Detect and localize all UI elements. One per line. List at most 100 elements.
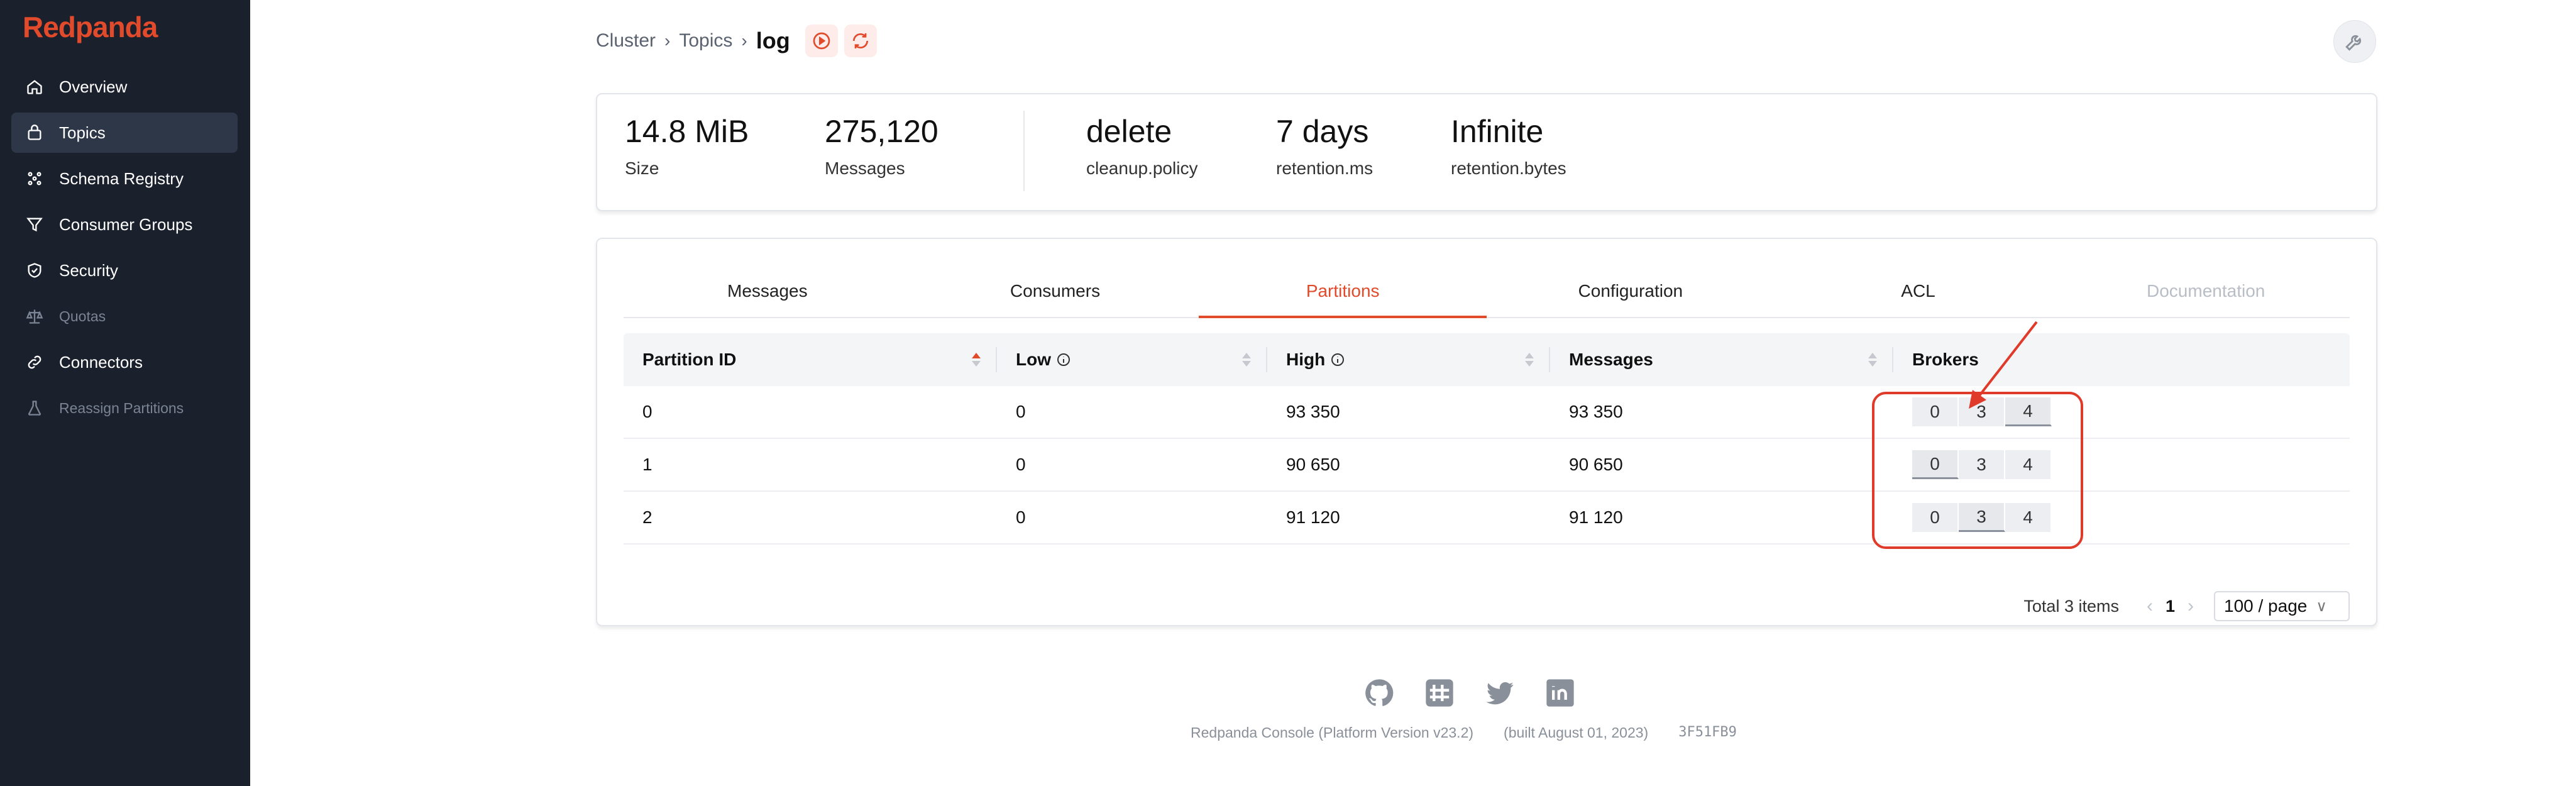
sidebar-item-label: Overview	[59, 77, 128, 96]
sidebar-item-reassign-partitions: Reassign Partitions	[11, 388, 238, 428]
column-header-low[interactable]: Low	[997, 333, 1267, 386]
sidebar-item-connectors[interactable]: Connectors	[11, 342, 238, 382]
sidebar-item-label: Reassign Partitions	[59, 399, 184, 416]
partitions-table: Partition ID Low High Messages Brokers 0…	[624, 333, 2350, 545]
tab-acl[interactable]: ACL	[1775, 265, 2062, 317]
shield-icon	[25, 261, 44, 280]
sidebar-item-security[interactable]: Security	[11, 250, 238, 291]
sidebar-item-consumer-groups[interactable]: Consumer Groups	[11, 204, 238, 245]
chevron-down-icon: ∨	[2316, 597, 2327, 615]
settings-button[interactable]	[2333, 20, 2376, 63]
link-icon	[25, 353, 44, 372]
tab-configuration[interactable]: Configuration	[1487, 265, 1775, 317]
sidebar-item-label: Topics	[59, 123, 106, 142]
play-circle-icon	[813, 32, 830, 50]
cell-low: 0	[1016, 455, 1026, 474]
info-icon[interactable]	[1330, 352, 1345, 367]
stat-label: Size	[625, 158, 659, 178]
cell-partition-id: 0	[642, 402, 652, 421]
stat-label: retention.ms	[1276, 158, 1373, 178]
stat-label: cleanup.policy	[1086, 158, 1198, 178]
divider	[1023, 111, 1025, 191]
stat-messages: 275,120 Messages	[825, 113, 938, 179]
beaker-icon	[25, 399, 44, 418]
scale-icon	[25, 307, 44, 326]
page-size-value: 100 / page	[2224, 596, 2308, 616]
cell-messages: 90 650	[1569, 455, 1623, 474]
footer-build-date: (built August 01, 2023)	[1504, 724, 1649, 741]
column-header-partition-id[interactable]: Partition ID	[624, 333, 997, 386]
tab-documentation: Documentation	[2147, 281, 2265, 301]
tab-partitions[interactable]: Partitions	[1199, 265, 1487, 318]
sidebar-item-label: Consumer Groups	[59, 214, 193, 234]
pagination: Total 3 items ‹ 1 › 100 / page ∨	[597, 591, 2350, 621]
annotation-highlight-box	[1872, 392, 2083, 549]
twitter-icon[interactable]	[1483, 677, 1516, 712]
sidebar: Redpanda Overview Topics Schema Registry…	[0, 0, 250, 786]
info-icon[interactable]	[1056, 352, 1071, 367]
linkedin-icon[interactable]	[1544, 677, 1577, 712]
footer-version: Redpanda Console (Platform Version v23.2…	[1191, 724, 1737, 741]
refresh-button[interactable]	[844, 25, 877, 57]
tab-bar: Messages Consumers Partitions Configurat…	[624, 265, 2350, 318]
column-label: High	[1286, 350, 1326, 369]
column-header-messages[interactable]: Messages	[1550, 333, 1893, 386]
topics-icon	[25, 123, 44, 142]
topic-details-card: Messages Consumers Partitions Configurat…	[596, 238, 2377, 626]
page-size-select[interactable]: 100 / page ∨	[2214, 591, 2350, 621]
stat-retention-bytes: Infinite retention.bytes	[1451, 113, 1566, 179]
breadcrumb-cluster[interactable]: Cluster	[596, 30, 656, 52]
page-title: log	[756, 28, 790, 53]
play-button[interactable]	[805, 25, 838, 57]
page-number[interactable]: 1	[2166, 597, 2175, 616]
table-row[interactable]: 0 0 93 350 93 350 0 3 4	[624, 386, 2350, 439]
column-header-high[interactable]: High	[1267, 333, 1550, 386]
prev-page-button[interactable]: ‹	[2147, 595, 2153, 617]
stat-value: 14.8 MiB	[625, 114, 749, 149]
stat-value: 7 days	[1276, 114, 1369, 149]
breadcrumb-topics[interactable]: Topics	[679, 30, 732, 52]
chevron-right-icon: ›	[741, 31, 747, 50]
sidebar-item-topics[interactable]: Topics	[11, 113, 238, 153]
refresh-icon	[852, 33, 868, 48]
tab-messages[interactable]: Messages	[624, 265, 911, 317]
schema-icon	[25, 169, 44, 188]
cell-messages: 93 350	[1569, 402, 1623, 421]
cell-messages: 91 120	[1569, 507, 1623, 527]
tab-consumers[interactable]: Consumers	[911, 265, 1199, 317]
footer-version-text: Redpanda Console (Platform Version v23.2…	[1191, 724, 1474, 741]
stat-value: Infinite	[1451, 114, 1544, 149]
column-label: Low	[1016, 350, 1051, 369]
stat-size: 14.8 MiB Size	[625, 113, 749, 179]
brand-logo[interactable]: Redpanda	[23, 10, 158, 44]
table-header: Partition ID Low High Messages Brokers	[624, 333, 2350, 386]
cell-low: 0	[1016, 402, 1026, 421]
wrench-icon	[2345, 35, 2362, 51]
sidebar-nav: Overview Topics Schema Registry Consumer…	[11, 67, 238, 434]
social-links	[1363, 677, 1577, 712]
cell-partition-id: 2	[642, 507, 652, 527]
github-icon[interactable]	[1363, 677, 1395, 712]
column-label: Messages	[1569, 350, 1653, 369]
sidebar-item-label: Connectors	[59, 352, 143, 372]
table-row[interactable]: 2 0 91 120 91 120 0 3 4	[624, 492, 2350, 545]
topic-stats-card: 14.8 MiB Size 275,120 Messages delete cl…	[596, 93, 2377, 211]
pagination-total: Total 3 items	[2023, 596, 2119, 616]
cell-high: 93 350	[1286, 402, 1340, 421]
next-page-button[interactable]: ›	[2188, 595, 2194, 617]
stat-label: Messages	[825, 158, 905, 178]
cell-low: 0	[1016, 507, 1026, 527]
chevron-right-icon: ›	[664, 31, 671, 50]
sidebar-item-label: Security	[59, 260, 118, 280]
cell-high: 90 650	[1286, 455, 1340, 474]
slack-icon[interactable]	[1423, 677, 1456, 712]
stat-value: 275,120	[825, 114, 938, 149]
sidebar-item-schema-registry[interactable]: Schema Registry	[11, 158, 238, 199]
stat-value: delete	[1086, 114, 1172, 149]
table-row[interactable]: 1 0 90 650 90 650 0 3 4	[624, 439, 2350, 492]
filter-icon	[25, 215, 44, 234]
sort-icon	[1868, 353, 1877, 367]
sort-icon	[1242, 353, 1251, 367]
stat-label: retention.bytes	[1451, 158, 1566, 178]
sidebar-item-overview[interactable]: Overview	[11, 67, 238, 107]
